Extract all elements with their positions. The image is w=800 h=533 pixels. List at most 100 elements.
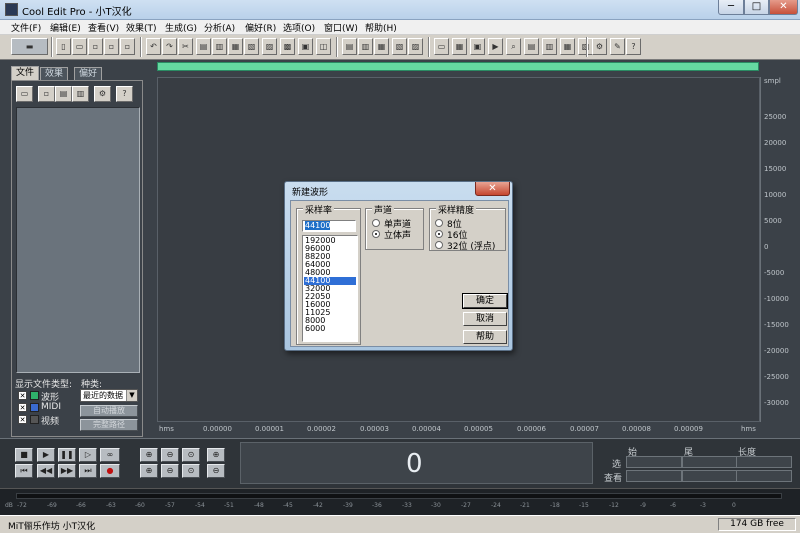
redo-icon[interactable]: ↷ [162, 38, 177, 55]
paste-icon[interactable]: ▥ [212, 38, 227, 55]
close-icon[interactable]: ▤ [55, 86, 72, 102]
trim-icon[interactable]: ▨ [262, 38, 277, 55]
zoom-left-icon[interactable]: ⊕ [140, 464, 158, 478]
menu-preferences[interactable]: 偏好(R) [245, 21, 276, 34]
selection-begin-field[interactable] [626, 456, 682, 468]
zoom-vertical-out-icon[interactable]: ⊖ [207, 464, 225, 478]
spectral-icon[interactable]: ▦ [374, 38, 389, 55]
view-end-field[interactable] [682, 470, 738, 482]
minimize-button[interactable]: ─ [718, 0, 744, 15]
menu-effects[interactable]: 效果(T) [126, 21, 157, 34]
menu-window[interactable]: 窗口(W) [324, 21, 358, 34]
mono-icon[interactable]: ▤ [342, 38, 357, 55]
cut-icon[interactable]: ✂ [178, 38, 193, 55]
zoom-out-icon[interactable]: ⊖ [161, 448, 179, 462]
sample-rate-list[interactable]: 192000 96000 88200 64000 48000 44100 320… [302, 235, 358, 342]
menu-help[interactable]: 帮助(H) [365, 21, 397, 34]
go-start-icon[interactable]: ⏮ [15, 464, 33, 478]
options-icon[interactable]: ⚙ [94, 86, 111, 102]
help-icon[interactable]: ? [626, 38, 641, 55]
help-icon[interactable]: ? [116, 86, 133, 102]
menu-file[interactable]: 文件(F) [11, 21, 41, 34]
bits-icon[interactable]: ▤ [524, 38, 539, 55]
zoom-selection-icon[interactable]: ⊙ [182, 464, 200, 478]
loop-icon[interactable]: ∞ [100, 448, 120, 462]
close-button[interactable]: ✕ [769, 0, 798, 15]
menu-view[interactable]: 查看(V) [88, 21, 119, 34]
menu-options[interactable]: 选项(O) [283, 21, 315, 34]
undo-icon[interactable]: ↶ [146, 38, 161, 55]
view-length-field[interactable] [736, 470, 792, 482]
meter-tick: -72 [17, 502, 27, 509]
auto-play-button[interactable]: 自动播放 [80, 405, 138, 417]
info-icon[interactable]: ▣ [470, 38, 485, 55]
play-list-icon[interactable]: ▶ [488, 38, 503, 55]
waveform-view-icon[interactable]: ▭ [434, 38, 449, 55]
stereo-radio[interactable] [372, 230, 380, 238]
rate-option[interactable]: 6000 [304, 325, 356, 333]
cancel-button[interactable]: 取消 [463, 312, 507, 326]
paste-new-icon[interactable]: ▦ [228, 38, 243, 55]
midi-type-checkbox[interactable]: ✕ [18, 403, 27, 412]
spectral-view-icon[interactable]: ▦ [452, 38, 467, 55]
sort-select[interactable]: 最近的数据 ▼ [80, 389, 138, 402]
edit-icon[interactable]: ✎ [610, 38, 625, 55]
video-type-checkbox[interactable]: ✕ [18, 415, 27, 424]
copy-icon[interactable]: ▤ [196, 38, 211, 55]
maximize-button[interactable]: □ [744, 0, 769, 15]
play-to-end-icon[interactable]: ▷ [79, 448, 97, 462]
snap-icon[interactable]: ▣ [298, 38, 313, 55]
spectrum-icon[interactable]: ▦ [560, 38, 575, 55]
zoom-in-icon[interactable]: ⊕ [140, 448, 158, 462]
go-end-icon[interactable]: ⏭ [79, 464, 97, 478]
select-entire-icon[interactable]: ▩ [280, 38, 295, 55]
zoom-right-icon[interactable]: ⊖ [161, 464, 179, 478]
new-file-icon[interactable]: ▯ [56, 38, 71, 55]
selection-end-field[interactable] [682, 456, 738, 468]
counter-icon[interactable]: ▥ [542, 38, 557, 55]
zoom-vertical-in-icon[interactable]: ⊕ [207, 448, 225, 462]
play-icon[interactable]: ▶ [37, 448, 55, 462]
full-path-button[interactable]: 完整路径 [80, 419, 138, 431]
open-file-icon[interactable]: ▭ [72, 38, 87, 55]
save-file-icon[interactable]: ▫ [88, 38, 103, 55]
channel-icon[interactable]: ▥ [358, 38, 373, 55]
save-as-icon[interactable]: ▫ [104, 38, 119, 55]
tab-favorites[interactable]: 偏好 [74, 67, 103, 80]
menu-edit[interactable]: 编辑(E) [50, 21, 81, 34]
zoom-full-icon[interactable]: ⊙ [182, 448, 200, 462]
overview-bar[interactable] [157, 62, 759, 71]
forward-icon[interactable]: ▶▶ [58, 464, 76, 478]
import-icon[interactable]: ▫ [38, 86, 55, 102]
tab-files[interactable]: 文件 [11, 66, 40, 80]
close-file-icon[interactable]: ▫ [120, 38, 135, 55]
ok-button[interactable]: 确定 [462, 293, 508, 309]
dialog-close-button[interactable]: ✕ [475, 182, 510, 196]
record-icon[interactable]: ● [100, 464, 120, 478]
menu-analyze[interactable]: 分析(A) [204, 21, 235, 34]
mixer-icon[interactable]: ▧ [392, 38, 407, 55]
8bit-radio[interactable] [435, 219, 443, 227]
32bit-radio[interactable] [435, 241, 443, 249]
rewind-icon[interactable]: ◀◀ [37, 464, 55, 478]
edit-file-icon[interactable]: ▥ [72, 86, 89, 102]
tab-effects[interactable]: 效果 [40, 67, 69, 80]
file-list[interactable] [16, 107, 140, 373]
mix-paste-icon[interactable]: ▧ [244, 38, 259, 55]
selection-length-field[interactable] [736, 456, 792, 468]
view-begin-field[interactable] [626, 470, 682, 482]
settings-icon[interactable]: ⚙ [592, 38, 607, 55]
cue-list-icon[interactable]: ◫ [316, 38, 331, 55]
pause-icon[interactable]: ❚❚ [58, 448, 76, 462]
tools-icon[interactable]: ▨ [408, 38, 423, 55]
stop-icon[interactable]: ■ [15, 448, 33, 462]
help-button[interactable]: 帮助 [463, 330, 507, 344]
menu-generate[interactable]: 生成(G) [165, 21, 197, 34]
16bit-radio[interactable] [435, 230, 443, 238]
mono-radio[interactable] [372, 219, 380, 227]
zoom-icon[interactable]: ⌕ [506, 38, 521, 55]
sample-rate-input[interactable]: 44100 [302, 220, 356, 232]
open-folder-icon[interactable]: ▭ [16, 86, 33, 102]
multitrack-toggle-icon[interactable]: ▬ [11, 38, 48, 55]
wave-type-checkbox[interactable]: ✕ [18, 391, 27, 400]
